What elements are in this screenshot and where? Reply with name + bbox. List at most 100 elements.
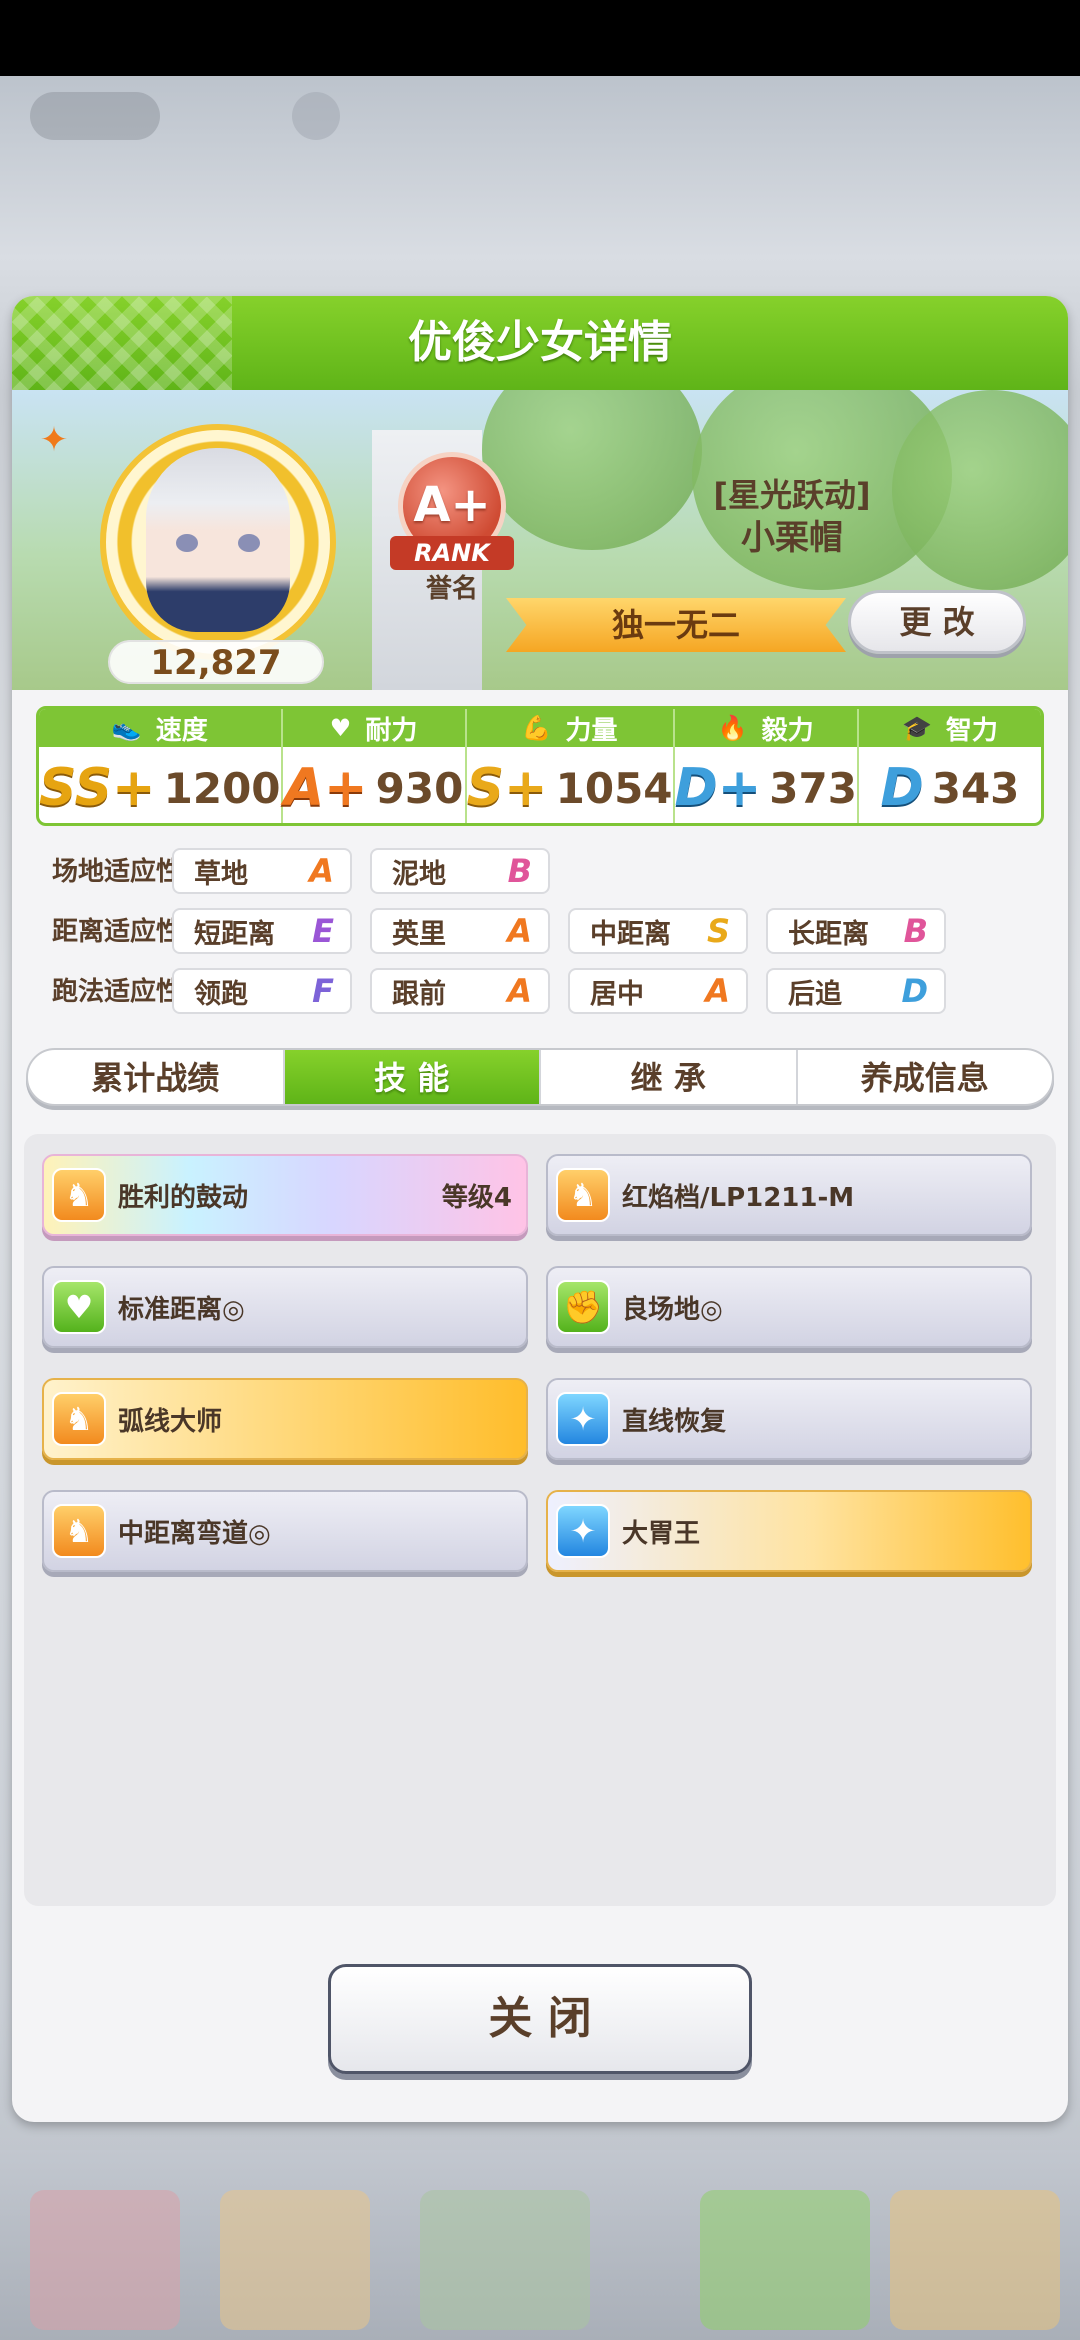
stat-value: 1054 <box>555 763 673 813</box>
stat-grade: SS+ <box>39 758 156 818</box>
aptitude-turf: 草地 A <box>172 848 352 894</box>
stat-value-row: SS+ 1200 <box>39 747 281 823</box>
aptitude-name: 后追 <box>788 978 842 1010</box>
muscle-icon: ✊ <box>556 1280 610 1334</box>
background-menu-tile <box>700 2190 870 2330</box>
tab-inheritance[interactable]: 继 承 <box>541 1050 798 1104</box>
aptitude-mile: 英里 A <box>370 908 550 954</box>
detail-tabs: 累计战绩 技 能 继 承 养成信息 <box>26 1048 1054 1106</box>
stat-label: 力量 <box>565 715 618 746</box>
aptitude-grade: A <box>507 972 532 1010</box>
aptitude-grade: F <box>312 972 334 1010</box>
aptitude-name: 跟前 <box>392 978 446 1010</box>
aptitude-grade: A <box>705 972 730 1010</box>
tab-training-info[interactable]: 养成信息 <box>798 1050 1053 1104</box>
aptitude-grade: A <box>309 852 334 890</box>
change-title-button[interactable]: 更 改 <box>848 590 1026 654</box>
skill-item[interactable]: ✊ 良场地◎ <box>546 1266 1032 1348</box>
stat-wisdom: 🎓 智力 D 343 <box>858 709 1041 823</box>
skill-item[interactable]: ✦ 大胃王 <box>546 1490 1032 1572</box>
avatar[interactable] <box>100 424 336 660</box>
aptitude-name: 居中 <box>590 978 644 1010</box>
status-bar <box>0 0 1080 76</box>
aptitude-pace-chaser: 跟前 A <box>370 968 550 1014</box>
skill-name: 标准距离◎ <box>118 1294 245 1325</box>
stat-value-row: S+ 1054 <box>467 747 673 823</box>
background-top-pill <box>30 92 160 140</box>
horse-shoe-icon: ♞ <box>556 1168 610 1222</box>
field-aptitude-row: 场地适应性 草地 A 泥地 B <box>36 848 1046 896</box>
stats-table: 👟 速度 SS+ 1200 ♥ 耐力 A+ 930 💪 力量 S+ 1054 🔥 毅力 D+ 3… <box>36 706 1044 826</box>
aptitude-grade: B <box>903 912 928 950</box>
aptitude-label: 距离适应性 <box>52 917 183 947</box>
skill-name: 红焰档/LP1211-M <box>622 1182 855 1213</box>
stat-value-row: A+ 930 <box>283 747 465 823</box>
graduation-cap-icon: 🎓 <box>902 714 932 742</box>
heart-icon: ♥ <box>52 1280 106 1334</box>
stat-value: 343 <box>931 763 1020 813</box>
skill-name: 胜利的鼓动 <box>118 1182 249 1213</box>
dialog-header: 优俊少女详情 <box>12 296 1068 390</box>
background-top-dot <box>292 92 340 140</box>
skill-level: 等级4 <box>441 1182 512 1213</box>
stat-power: 💪 力量 S+ 1054 <box>466 709 675 823</box>
skills-list: ♞ 胜利的鼓动 等级4 ♞ 红焰档/LP1211-M ♥ 标准距离◎ ✊ 良场地… <box>24 1134 1056 1906</box>
stat-speed: 👟 速度 SS+ 1200 <box>39 709 283 823</box>
stat-grade: A+ <box>283 758 368 818</box>
horse-shoe-icon: ♞ <box>52 1168 106 1222</box>
stat-value-row: D+ 373 <box>674 747 857 823</box>
umamusume-detail-dialog: 优俊少女详情 ✦ 12,827 A+ RANK 誉名 [星光跃动] 小栗帽 独一… <box>12 296 1068 2122</box>
rank-label: 誉名 <box>425 574 478 604</box>
stat-header: 🎓 智力 <box>858 709 1041 747</box>
stat-header: ♥ 耐力 <box>282 709 465 747</box>
muscle-icon: 💪 <box>521 714 552 742</box>
stat-stamina: ♥ 耐力 A+ 930 <box>282 709 467 823</box>
aptitude-name: 草地 <box>194 858 248 890</box>
character-name: 小栗帽 <box>741 518 843 558</box>
stat-label: 速度 <box>155 715 208 746</box>
skill-item[interactable]: ♞ 胜利的鼓动 等级4 <box>42 1154 528 1236</box>
skill-name: 弧线大师 <box>118 1406 223 1437</box>
skill-item[interactable]: ✦ 直线恢复 <box>546 1378 1032 1460</box>
aptitude-end-closer: 后追 D <box>766 968 946 1014</box>
character-portrait <box>146 448 290 632</box>
aptitude-dirt: 泥地 B <box>370 848 550 894</box>
dialog-title: 优俊少女详情 <box>408 317 672 368</box>
tab-skills[interactable]: 技 能 <box>284 1050 541 1104</box>
aptitude-name: 长距离 <box>788 918 869 950</box>
skill-name: 直线恢复 <box>622 1406 727 1437</box>
aptitude-grade: B <box>507 852 532 890</box>
carrot-icon: ✦ <box>39 420 69 460</box>
stat-label: 耐力 <box>365 715 418 746</box>
profile-banner: ✦ 12,827 A+ RANK 誉名 [星光跃动] 小栗帽 独一无二 更 改 <box>12 390 1068 690</box>
skill-item[interactable]: ♥ 标准距离◎ <box>42 1266 528 1348</box>
aptitude-sprint: 短距离 E <box>172 908 352 954</box>
background-menu-tile <box>420 2190 590 2330</box>
skill-item[interactable]: ♞ 弧线大师 <box>42 1378 528 1460</box>
close-button[interactable]: 关 闭 <box>328 1964 752 2074</box>
stat-value: 1200 <box>163 763 281 813</box>
aptitude-label: 跑法适应性 <box>52 977 183 1007</box>
background-menu-tile <box>30 2190 180 2330</box>
skill-item[interactable]: ♞ 中距离弯道◎ <box>42 1490 528 1572</box>
rank-ribbon: RANK <box>390 536 514 570</box>
aptitude-long: 长距离 B <box>766 908 946 954</box>
fan-count: 12,827 <box>108 640 324 684</box>
aptitude-front-runner: 领跑 F <box>172 968 352 1014</box>
aptitude-name: 泥地 <box>392 858 446 890</box>
distance-aptitude-row: 距离适应性 短距离 E 英里 A 中距离 S 长距离 B <box>36 908 1046 956</box>
stat-header: 🔥 毅力 <box>674 709 857 747</box>
horse-shoe-icon: ♞ <box>52 1504 106 1558</box>
aptitude-name: 领跑 <box>194 978 248 1010</box>
tab-race-record[interactable]: 累计战绩 <box>28 1050 285 1104</box>
aptitude-grade: E <box>312 912 334 950</box>
stat-value: 930 <box>375 763 464 813</box>
background-menu-tile <box>220 2190 370 2330</box>
stat-grade: D+ <box>674 758 762 818</box>
stat-value: 373 <box>769 763 857 813</box>
skill-name: 大胃王 <box>622 1518 701 1549</box>
aptitude-name: 中距离 <box>590 918 671 950</box>
skill-name: 中距离弯道◎ <box>118 1518 271 1549</box>
skill-item[interactable]: ♞ 红焰档/LP1211-M <box>546 1154 1032 1236</box>
aptitude-label: 场地适应性 <box>52 857 183 887</box>
